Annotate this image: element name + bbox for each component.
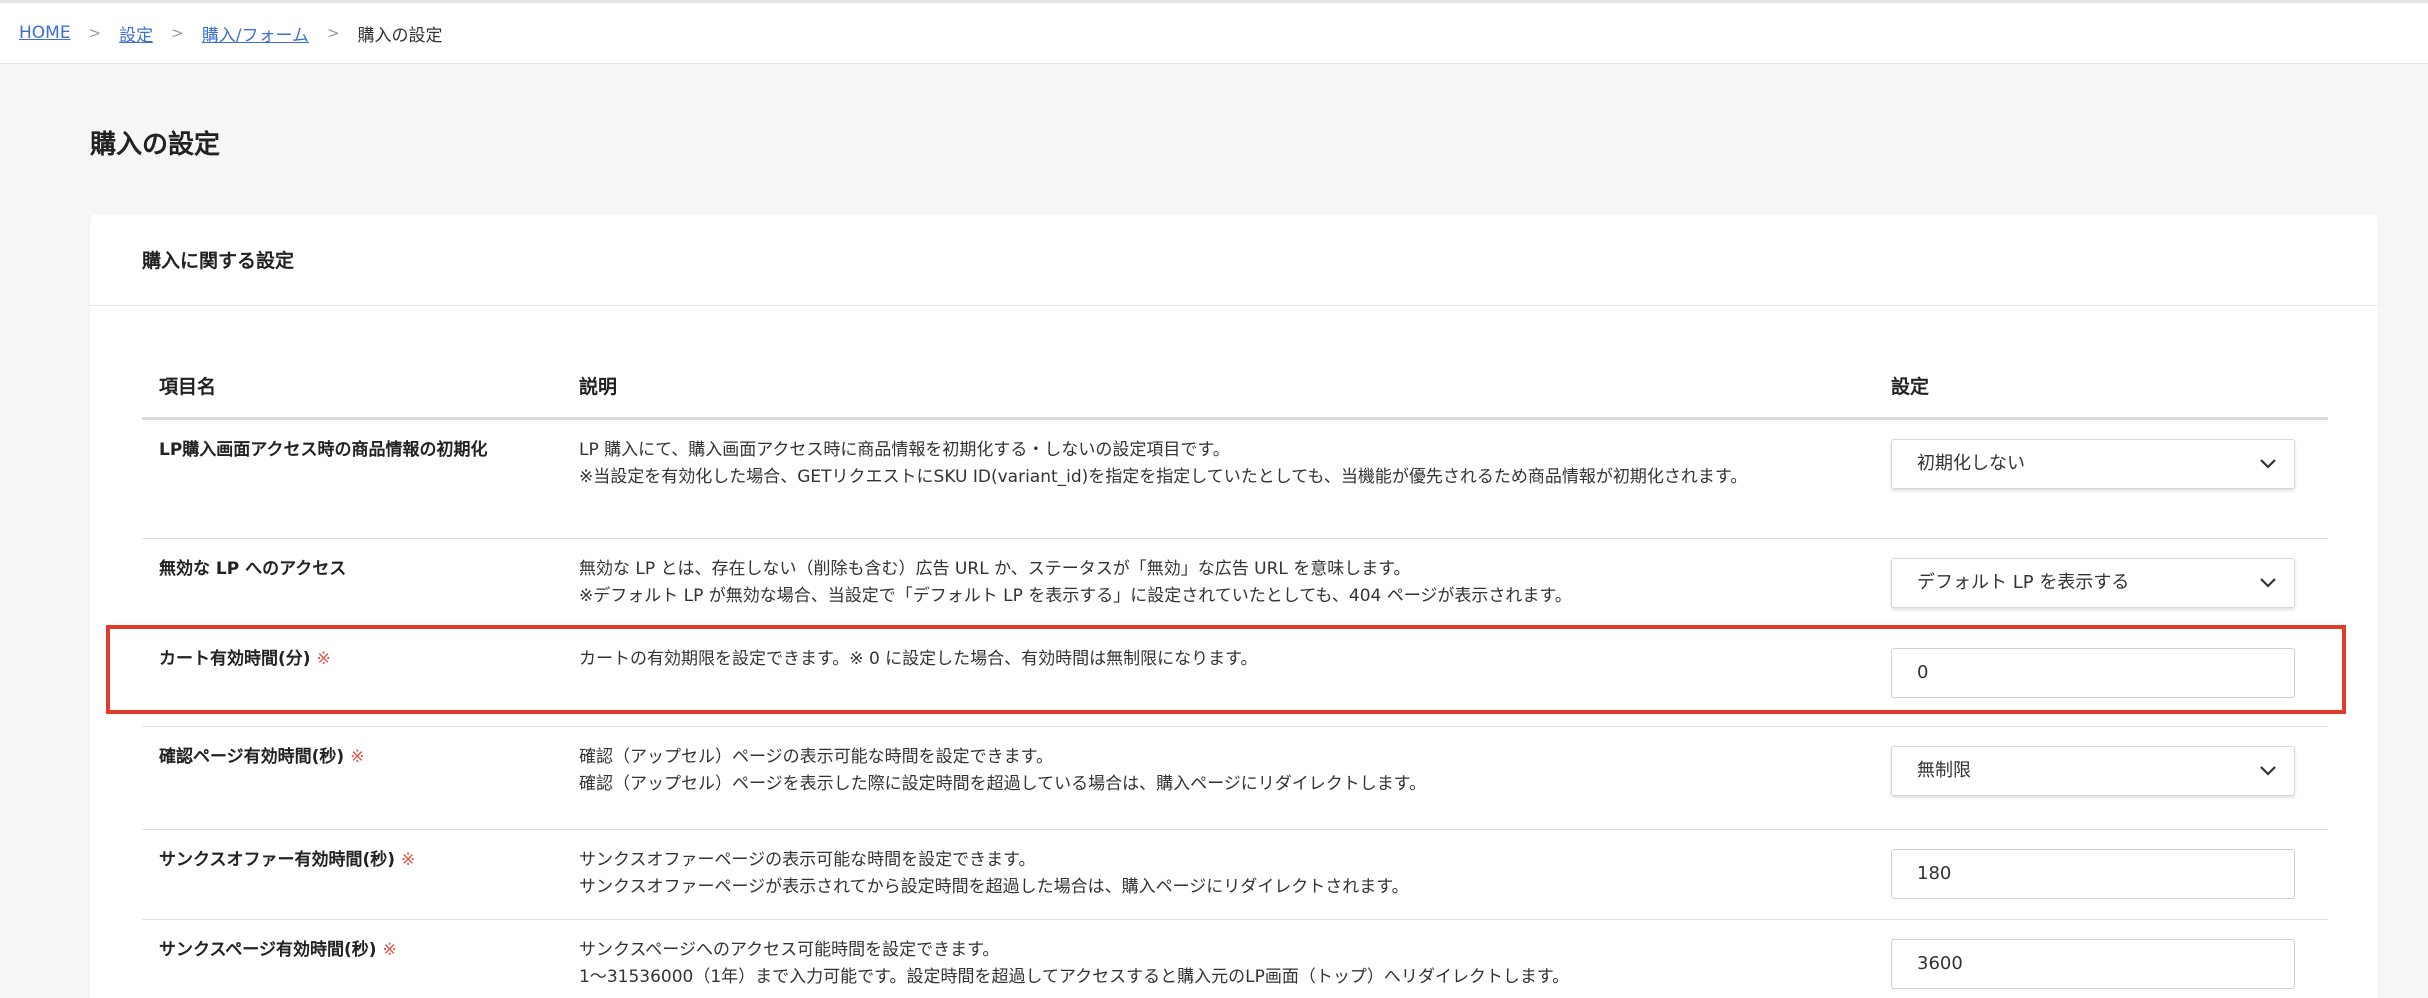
setting-name: 無効な LP へのアクセス: [142, 538, 579, 629]
settings-card: 購入に関する設定 項目名 説明 設定 LP購入画面アクセス時の商品情報の初期化 …: [90, 214, 2378, 998]
breadcrumb: HOME > 設定 > 購入/フォーム > 購入の設定: [0, 3, 2428, 64]
table-header-row: 項目名 説明 設定: [142, 354, 2328, 420]
breadcrumb-settings-link[interactable]: 設定: [119, 21, 153, 46]
required-mark: ※: [382, 939, 397, 960]
breadcrumb-home-link[interactable]: HOME: [19, 23, 71, 43]
settings-table: 項目名 説明 設定 LP購入画面アクセス時の商品情報の初期化 LP 購入にて、購…: [142, 354, 2328, 998]
table-row: 確認ページ有効時間(秒) ※ 確認（アップセル）ページの表示可能な時間を設定できま…: [142, 726, 2328, 830]
table-row: カート有効時間(分) ※ カートの有効期限を設定できます。※ 0 に設定した場合、…: [142, 628, 2328, 727]
required-mark: ※: [401, 849, 416, 870]
breadcrumb-purchase-form-link[interactable]: 購入/フォーム: [202, 21, 309, 46]
thanks-offer-expiry-input[interactable]: 180: [1891, 848, 2295, 899]
invalid-lp-access-select[interactable]: デフォルト LP を表示する: [1891, 557, 2295, 608]
setting-description: カートの有効期限を設定できます。※ 0 に設定した場合、有効時間は無制限になりま…: [579, 628, 1891, 727]
setting-description: サンクスオファーページの表示可能な時間を設定できます。 サンクスオファーページが…: [579, 829, 1891, 920]
setting-control-cell: 3600: [1891, 919, 2328, 998]
setting-control-cell: デフォルト LP を表示する: [1891, 538, 2328, 629]
column-header-item-name: 項目名: [142, 354, 579, 420]
setting-description: 確認（アップセル）ページの表示可能な時間を設定できます。 確認（アップセル）ペー…: [579, 726, 1891, 830]
setting-name: サンクスページ有効時間(秒) ※: [142, 919, 579, 998]
breadcrumb-current: 購入の設定: [357, 25, 443, 46]
product-init-select[interactable]: 初期化しない: [1891, 438, 2295, 489]
setting-control-cell: 無制限: [1891, 726, 2328, 830]
setting-control-cell: 180: [1891, 829, 2328, 920]
setting-control-cell: 0: [1891, 628, 2328, 727]
table-row: LP購入画面アクセス時の商品情報の初期化 LP 購入にて、購入画面アクセス時に商…: [142, 418, 2328, 539]
confirm-page-expiry-select[interactable]: 無制限: [1891, 745, 2295, 796]
page-title: 購入の設定: [90, 130, 221, 160]
table-row: サンクスページ有効時間(秒) ※ サンクスページへのアクセス可能時間を設定できます…: [142, 919, 2328, 998]
setting-description: 無効な LP とは、存在しない（削除も含む）広告 URL か、ステータスが「無効…: [579, 538, 1891, 629]
table-row: サンクスオファー有効時間(秒) ※ サンクスオファーページの表示可能な時間を設定で…: [142, 829, 2328, 920]
setting-description: サンクスページへのアクセス可能時間を設定できます。 1〜31536000（1年）…: [579, 919, 1891, 998]
column-header-setting: 設定: [1891, 354, 2328, 420]
thanks-page-expiry-input[interactable]: 3600: [1891, 938, 2295, 989]
setting-control-cell: 初期化しない: [1891, 418, 2328, 539]
required-mark: ※: [316, 648, 331, 669]
breadcrumb-separator: >: [326, 24, 340, 42]
chevron-down-icon: [2260, 765, 2276, 776]
setting-name: サンクスオファー有効時間(秒) ※: [142, 829, 579, 920]
setting-name: LP購入画面アクセス時の商品情報の初期化: [142, 418, 579, 539]
table-row: 無効な LP へのアクセス 無効な LP とは、存在しない（削除も含む）広告 U…: [142, 538, 2328, 629]
card-title: 購入に関する設定: [90, 214, 2378, 306]
chevron-down-icon: [2260, 458, 2276, 469]
chevron-down-icon: [2260, 577, 2276, 588]
required-mark: ※: [350, 746, 365, 767]
setting-name: 確認ページ有効時間(秒) ※: [142, 726, 579, 830]
breadcrumb-separator: >: [88, 24, 102, 42]
column-header-description: 説明: [579, 354, 1891, 420]
setting-name: カート有効時間(分) ※: [142, 628, 579, 727]
setting-description: LP 購入にて、購入画面アクセス時に商品情報を初期化する・しないの設定項目です。…: [579, 418, 1891, 539]
cart-expiry-input[interactable]: 0: [1891, 647, 2295, 698]
breadcrumb-separator: >: [171, 24, 184, 42]
